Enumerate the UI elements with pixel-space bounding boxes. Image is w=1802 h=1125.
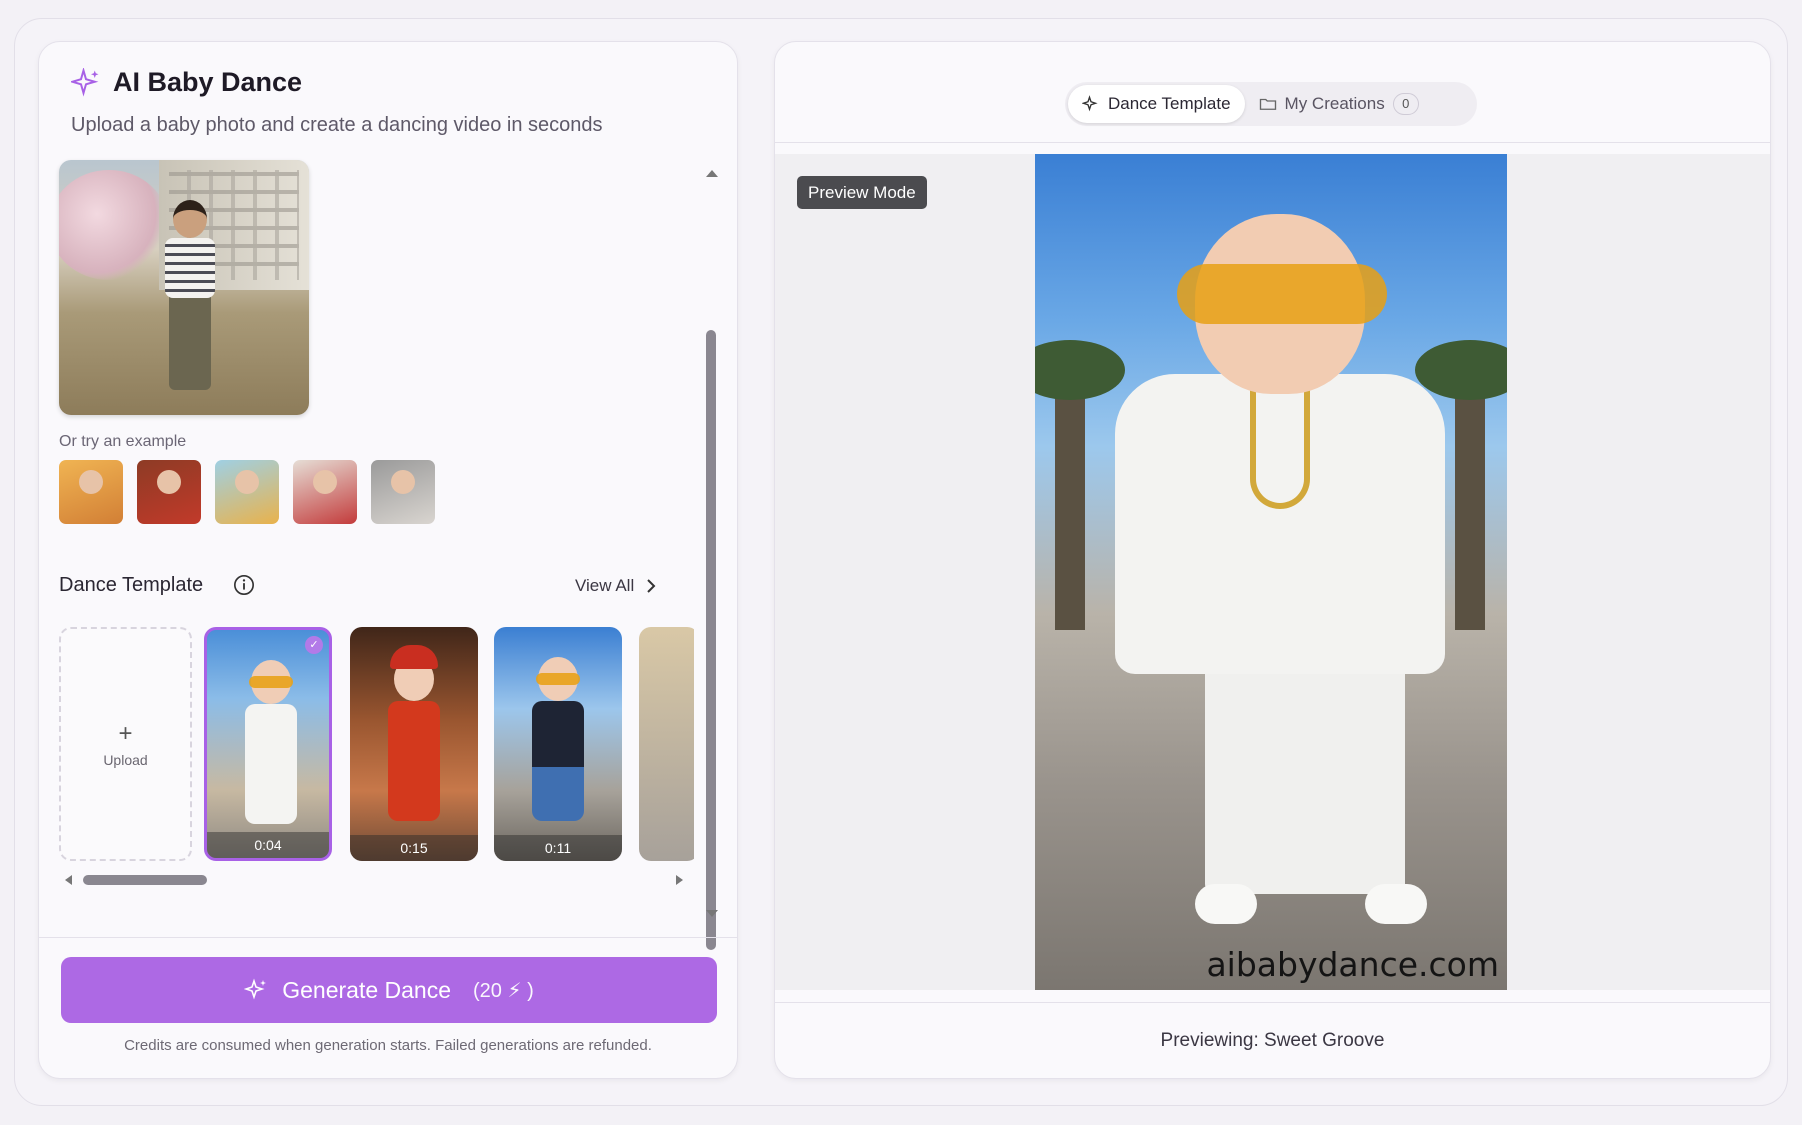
- tab-label: Dance Template: [1108, 94, 1231, 113]
- preview-video[interactable]: aibabydance.com: [1035, 154, 1507, 990]
- credit-cost: (20 ⚡ ): [473, 979, 534, 1002]
- template-card[interactable]: [639, 627, 694, 861]
- example-list: [59, 460, 435, 524]
- dance-template-header: Dance Template View All: [59, 572, 659, 602]
- scroll-right-arrow-icon[interactable]: [676, 875, 683, 885]
- template-card[interactable]: 0:15: [350, 627, 478, 861]
- upload-template-button[interactable]: + Upload: [59, 627, 192, 861]
- preview-mode-badge: Preview Mode: [797, 176, 927, 209]
- sparkles-icon: [1082, 95, 1098, 112]
- generate-label: Generate Dance: [282, 976, 452, 1003]
- template-horizontal-scrollbar[interactable]: [59, 872, 689, 888]
- scroll-up-arrow-icon[interactable]: [706, 170, 718, 177]
- sparkles-icon: [244, 978, 267, 1000]
- example-thumbnail[interactable]: [215, 460, 279, 524]
- uploaded-photo[interactable]: [59, 160, 309, 415]
- tab-dance-template[interactable]: Dance Template: [1068, 85, 1245, 123]
- template-card[interactable]: ✓ 0:04: [204, 627, 332, 861]
- page-subtitle: Upload a baby photo and create a dancing…: [71, 114, 603, 136]
- template-carousel: + Upload ✓ 0:04 0:15 0:11: [59, 627, 694, 862]
- folder-icon: [1259, 98, 1276, 110]
- example-thumbnail[interactable]: [59, 460, 123, 524]
- tab-label: My Creations: [1284, 94, 1385, 113]
- panel-vertical-scrollbar[interactable]: [704, 162, 718, 950]
- examples-label: Or try an example: [59, 433, 187, 450]
- template-card[interactable]: 0:11: [494, 627, 622, 861]
- chevron-right-icon[interactable]: [643, 577, 659, 595]
- scroll-down-arrow-icon[interactable]: [706, 910, 718, 917]
- page-title: AI Baby Dance: [113, 67, 303, 97]
- template-duration: 0:11: [494, 835, 622, 861]
- divider: [775, 142, 1770, 143]
- plus-icon: +: [118, 720, 133, 747]
- header: AI Baby Dance: [71, 67, 302, 98]
- sparkles-icon: [71, 67, 99, 97]
- template-duration: 0:04: [207, 832, 329, 858]
- form-scroll-area: Or try an example Dance Template View Al…: [59, 160, 719, 940]
- creations-count-badge: 0: [1392, 93, 1419, 115]
- preview-area: Preview Mode aibabydance.com: [775, 154, 1770, 990]
- divider: [775, 1002, 1770, 1003]
- credits-note: Credits are consumed when generation sta…: [124, 1037, 652, 1054]
- scroll-left-arrow-icon[interactable]: [65, 875, 72, 885]
- watermark: aibabydance.com: [1206, 945, 1499, 984]
- template-duration: 0:15: [350, 835, 478, 861]
- preview-caption: Previewing: Sweet Groove: [1160, 1030, 1385, 1051]
- create-panel: AI Baby Dance Upload a baby photo and cr…: [38, 41, 738, 1079]
- scrollbar-thumb[interactable]: [83, 875, 207, 885]
- preview-panel: Dance Template My Creations 0 Preview Mo…: [774, 41, 1771, 1079]
- view-tabs: Dance Template My Creations 0: [1065, 82, 1477, 126]
- check-icon: ✓: [305, 636, 323, 654]
- example-thumbnail[interactable]: [371, 460, 435, 524]
- view-all-link[interactable]: View All: [575, 576, 634, 596]
- example-thumbnail[interactable]: [293, 460, 357, 524]
- dance-template-title: Dance Template: [59, 574, 204, 596]
- generate-dance-button[interactable]: Generate Dance (20 ⚡ ): [61, 957, 717, 1023]
- divider: [39, 937, 737, 938]
- example-thumbnail[interactable]: [137, 460, 201, 524]
- scrollbar-thumb[interactable]: [706, 330, 716, 950]
- tab-my-creations[interactable]: My Creations 0: [1245, 85, 1433, 123]
- info-icon[interactable]: [233, 574, 255, 596]
- upload-label: Upload: [103, 752, 148, 768]
